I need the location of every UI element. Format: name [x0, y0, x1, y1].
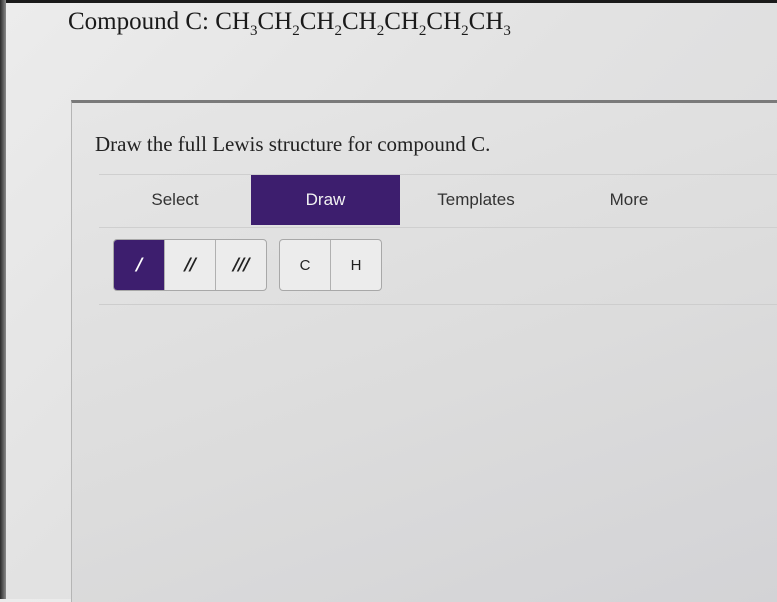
formula-unit: CH2: [257, 8, 300, 39]
tab-more[interactable]: More: [552, 175, 706, 225]
single-bond-icon: /: [136, 255, 142, 275]
formula-unit: CH3: [468, 8, 511, 39]
tab-select[interactable]: Select: [99, 175, 251, 225]
bond-tool-group: / // ///: [113, 239, 267, 291]
formula-unit: CH2: [426, 8, 469, 39]
formula-unit: CH2: [384, 8, 427, 39]
carbon-atom-button[interactable]: C: [280, 240, 331, 290]
drawing-canvas[interactable]: [99, 305, 777, 602]
question-panel: Draw the full Lewis structure for compou…: [71, 100, 777, 602]
editor-tab-bar: Select Draw Templates More: [99, 174, 777, 228]
single-bond-button[interactable]: /: [114, 240, 165, 290]
tab-draw[interactable]: Draw: [251, 175, 400, 225]
screen-top-edge: [0, 0, 777, 3]
hydrogen-atom-button[interactable]: H: [331, 240, 381, 290]
formula-unit: CH3: [215, 8, 258, 39]
tab-templates[interactable]: Templates: [400, 175, 552, 225]
screen-left-edge: [0, 0, 6, 599]
double-bond-button[interactable]: //: [165, 240, 216, 290]
triple-bond-button[interactable]: ///: [216, 240, 266, 290]
formula-unit: CH2: [299, 8, 342, 39]
hydrogen-label: H: [350, 256, 362, 274]
formula-unit: CH2: [341, 8, 385, 39]
question-prompt: Draw the full Lewis structure for compou…: [95, 132, 491, 156]
compound-formula: Compound C: CH3CH2CH2CH2CH2CH2CH3: [68, 8, 511, 39]
atom-tool-group: C H: [279, 239, 382, 291]
compound-label: Compound C:: [68, 8, 216, 35]
carbon-label: C: [299, 256, 311, 274]
triple-bond-icon: ///: [233, 255, 250, 275]
double-bond-icon: //: [184, 255, 196, 275]
